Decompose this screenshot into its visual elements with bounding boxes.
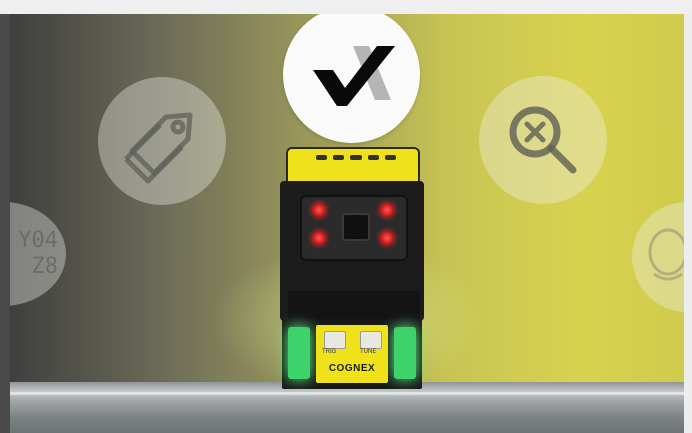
tune-button	[360, 331, 382, 349]
inspection-bubble	[479, 76, 607, 204]
logo-badge	[283, 14, 420, 143]
face-outline-icon	[648, 228, 684, 281]
smart-camera-device: TRIG TUNE COGNEX	[278, 147, 426, 395]
barcode-code-icon: Y04 Z8	[18, 228, 58, 280]
lens-icon	[342, 213, 370, 241]
tag-icon	[124, 112, 193, 184]
camera-body	[280, 181, 424, 351]
top-bar	[0, 0, 692, 14]
camera-top-housing	[286, 147, 420, 183]
red-led	[380, 231, 394, 245]
red-led	[312, 231, 326, 245]
left-edge-strip	[0, 14, 10, 433]
red-led	[312, 203, 326, 217]
green-status-light	[288, 327, 310, 379]
tune-label: TUNE	[360, 349, 377, 355]
green-status-light	[394, 327, 416, 379]
brand-logo: COGNEX	[328, 363, 376, 374]
code-line-1: Y04	[18, 228, 58, 253]
hero-image: Y04 Z8 TRIG TUNE COGNEX	[10, 14, 684, 433]
right-edge-strip	[684, 14, 692, 433]
camera-status-lights	[316, 155, 397, 160]
code-line-2: Z8	[31, 254, 59, 279]
camera-lens-module	[300, 195, 408, 261]
tag-bubble	[98, 77, 226, 205]
trig-label: TRIG	[322, 349, 337, 355]
trig-button	[324, 331, 346, 349]
red-led	[380, 203, 394, 217]
face-bubble	[632, 202, 684, 312]
search-x-icon	[509, 106, 577, 174]
camera-base: TRIG TUNE COGNEX	[282, 319, 422, 389]
checkmark-logo-icon	[312, 45, 395, 106]
control-panel: TRIG TUNE COGNEX	[316, 325, 388, 383]
code-reading-bubble: Y04 Z8	[10, 202, 66, 306]
